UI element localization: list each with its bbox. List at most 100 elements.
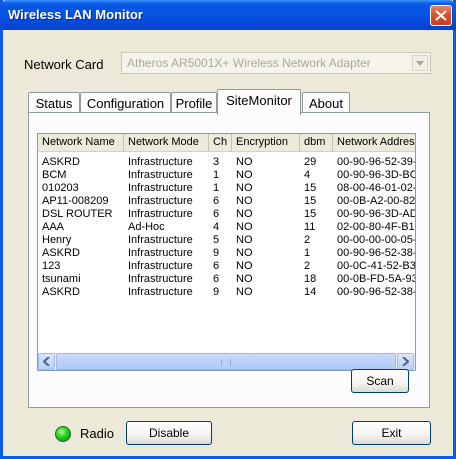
tab-status[interactable]: Status (28, 92, 80, 114)
table-cell: 2 (304, 260, 311, 272)
table-cell: Infrastructure (128, 156, 193, 168)
table-cell: ASKRD (42, 156, 80, 168)
table-cell: 00-00-00-00-05-D4 (337, 234, 415, 246)
table-row[interactable]: ASKRD Infrastructure 9 NO 1 00-90-96-52-38-BC (38, 247, 415, 260)
scroll-thumb[interactable] (56, 353, 396, 370)
table-row[interactable]: AP11-008209 Infrastructure 6 NO 15 00-0B-A2-0… (38, 195, 415, 208)
site-list[interactable]: Network Name Network Mode Ch Encryption … (37, 133, 416, 371)
tab-sitemonitor[interactable]: SiteMonitor (217, 89, 301, 115)
table-cell: 18 (304, 273, 317, 285)
chevron-down-icon (416, 61, 424, 66)
table-cell: BCM (42, 169, 67, 181)
table-cell: Infrastructure (128, 195, 193, 207)
table-cell: Infrastructure (128, 169, 193, 181)
network-card-label: Network Card (24, 57, 104, 72)
table-cell: Infrastructure (128, 208, 193, 220)
table-cell: 00-0B-FD-5A-93-6C (337, 273, 415, 285)
table-cell: 15 (304, 208, 317, 220)
horizontal-scrollbar[interactable] (38, 353, 415, 370)
arrow-right-icon (402, 357, 409, 366)
table-row[interactable]: DSL ROUTER Infrastructure 6 NO 15 00-90-96-3D… (38, 208, 415, 221)
table-cell: Infrastructure (128, 234, 193, 246)
table-cell: 15 (304, 195, 317, 207)
table-cell: 11 (304, 221, 316, 233)
table-cell: 6 (213, 260, 220, 272)
scroll-grip (221, 359, 231, 366)
table-cell: 4 (213, 221, 220, 233)
close-button[interactable] (430, 5, 452, 26)
table-cell: NO (236, 234, 253, 246)
table-cell: 1 (304, 247, 311, 259)
table-cell: 6 (213, 208, 220, 220)
table-cell: ASKRD (42, 286, 80, 298)
table-cell: Infrastructure (128, 182, 193, 194)
table-cell: NO (236, 286, 253, 298)
network-card-select[interactable]: Atheros AR5001X+ Wireless Network Adapte… (121, 52, 431, 74)
table-cell: DSL ROUTER (42, 208, 113, 220)
table-row[interactable]: AAA Ad-Hoc 4 NO 11 02-00-80-4F-B1-3D (38, 221, 415, 234)
tab-profile[interactable]: Profile (171, 92, 217, 114)
table-row[interactable]: BCM Infrastructure 1 NO 4 00-90-96-3D-BC-6E (38, 169, 415, 182)
column-header-network-address[interactable]: Network Address (333, 134, 415, 152)
dropdown-button[interactable] (412, 55, 428, 71)
column-header-channel[interactable]: Ch (209, 134, 232, 152)
table-cell: Infrastructure (128, 273, 193, 285)
table-cell: 00-90-96-52-38-BC (337, 247, 415, 259)
scan-button[interactable]: Scan (351, 369, 409, 393)
table-cell: 00-0B-A2-00-82-09 (337, 195, 416, 207)
table-cell: NO (236, 182, 253, 194)
table-cell: 2 (304, 234, 311, 246)
column-header-network-name[interactable]: Network Name (38, 134, 124, 152)
table-cell: Infrastructure (128, 260, 193, 272)
table-row[interactable]: 123 Infrastructure 6 NO 2 00-0C-41-52-B3-3D (38, 260, 415, 273)
table-cell: 29 (304, 156, 317, 168)
table-cell: 1 (213, 169, 220, 181)
scroll-right-button[interactable] (397, 353, 414, 370)
table-cell: 6 (213, 273, 220, 285)
table-row[interactable]: ASKRD Infrastructure 3 NO 29 00-90-96-52-39-0… (38, 156, 415, 169)
radio-label: Radio (80, 426, 114, 441)
table-cell: 14 (304, 286, 317, 298)
table-row[interactable]: 010203 Infrastructure 1 NO 15 08-00-46-01-02-… (38, 182, 415, 195)
table-cell: 08-00-46-01-02-13 (337, 182, 415, 194)
table-cell: 3 (213, 156, 220, 168)
table-cell: NO (236, 221, 253, 233)
window-title: Wireless LAN Monitor (8, 7, 143, 22)
column-header-network-mode[interactable]: Network Mode (124, 134, 209, 152)
scroll-left-button[interactable] (38, 353, 55, 370)
table-cell: Infrastructure (128, 247, 193, 259)
sitemonitor-panel: Network Name Network Mode Ch Encryption … (28, 112, 430, 408)
table-cell: ASKRD (42, 247, 80, 259)
exit-button[interactable]: Exit (352, 421, 431, 445)
radio-status-icon (55, 426, 71, 442)
table-cell: 15 (304, 182, 317, 194)
table-cell: NO (236, 247, 253, 259)
table-cell: NO (236, 169, 253, 181)
table-cell: 1 (213, 182, 220, 194)
table-cell: Infrastructure (128, 286, 193, 298)
table-cell: 123 (42, 260, 61, 272)
table-cell: 5 (213, 234, 220, 246)
table-row[interactable]: Henry Infrastructure 5 NO 2 00-00-00-00-05-D4 (38, 234, 415, 247)
table-cell: 02-00-80-4F-B1-3D (337, 221, 415, 233)
table-cell: 00-90-96-52-38-8D (337, 286, 415, 298)
table-cell: 4 (304, 169, 311, 181)
table-cell: 00-90-96-52-39-0F (337, 156, 415, 168)
table-cell: Henry (42, 234, 72, 246)
tab-about[interactable]: About (302, 92, 350, 114)
tab-configuration[interactable]: Configuration (80, 92, 171, 114)
column-header-dbm[interactable]: dbm (300, 134, 333, 152)
table-cell: AAA (42, 221, 65, 233)
network-card-value: Atheros AR5001X+ Wireless Network Adapte… (127, 56, 371, 70)
column-header-encryption[interactable]: Encryption (232, 134, 300, 152)
table-row[interactable]: ASKRD Infrastructure 9 NO 14 00-90-96-52-38-8… (38, 286, 415, 299)
table-cell: NO (236, 273, 253, 285)
arrow-left-icon (43, 357, 50, 366)
table-cell: tsunami (42, 273, 81, 285)
title-bar[interactable]: Wireless LAN Monitor (0, 0, 456, 30)
table-cell: NO (236, 208, 253, 220)
table-cell: 9 (213, 247, 220, 259)
disable-button[interactable]: Disable (126, 421, 212, 445)
table-row[interactable]: tsunami Infrastructure 6 NO 18 00-0B-FD-5A-93… (38, 273, 415, 286)
table-cell: NO (236, 195, 253, 207)
